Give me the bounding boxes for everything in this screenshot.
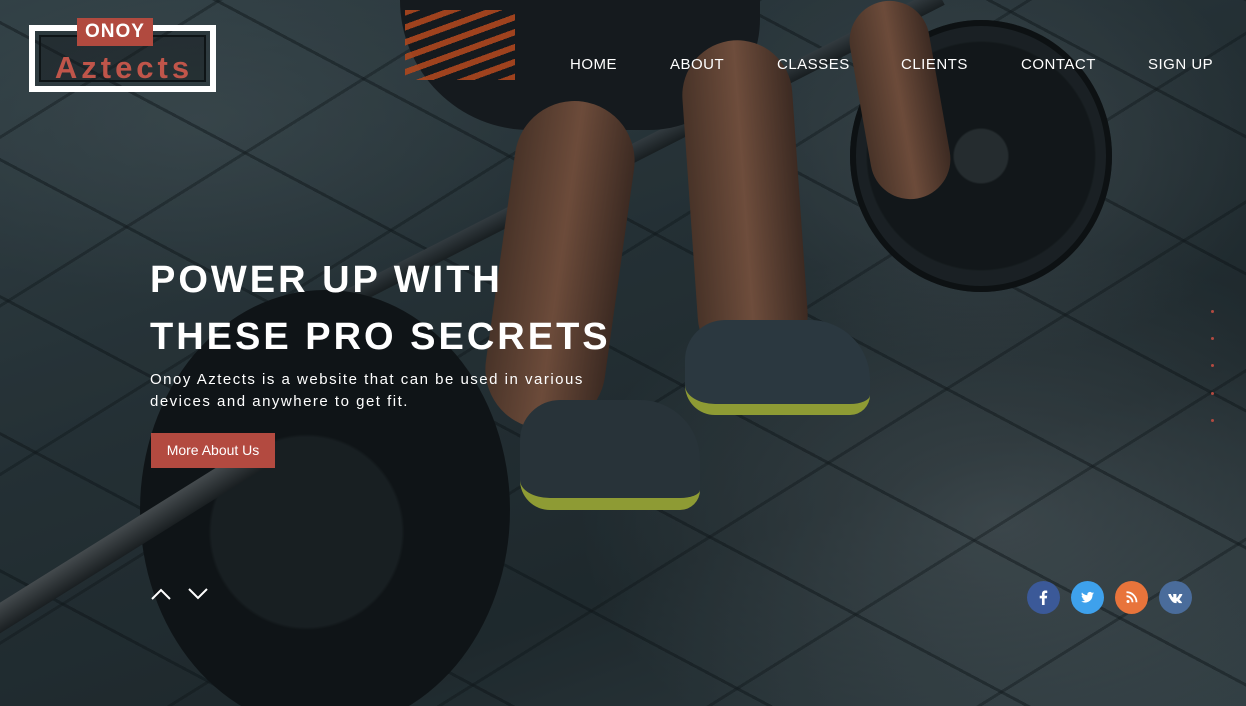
twitter-icon[interactable] bbox=[1071, 581, 1104, 614]
vk-glyph bbox=[1168, 594, 1183, 604]
rss-icon[interactable] bbox=[1115, 581, 1148, 614]
headline-line-1: POWER UP WITH bbox=[150, 259, 503, 301]
slide-dot[interactable] bbox=[1211, 337, 1214, 340]
slide-indicators bbox=[1209, 300, 1217, 430]
headline-line-2: THESE PRO SECRETS bbox=[150, 316, 611, 358]
rss-glyph bbox=[1126, 591, 1138, 603]
vk-icon[interactable] bbox=[1159, 581, 1192, 614]
nav-sign-up[interactable]: SIGN UP bbox=[1148, 56, 1213, 73]
nav-home[interactable]: HOME bbox=[570, 56, 617, 73]
hero-subtitle: Onoy Aztects is a website that can be us… bbox=[150, 369, 650, 413]
twitter-glyph bbox=[1081, 591, 1094, 603]
nav-classes[interactable]: CLASSES bbox=[777, 56, 850, 73]
logo-badge: ONOY bbox=[77, 18, 153, 46]
facebook-icon[interactable] bbox=[1027, 581, 1060, 614]
main-nav: HOME ABOUT CLASSES CLIENTS CONTACT SIGN … bbox=[0, 56, 1246, 76]
chevron-up-icon-svg bbox=[151, 588, 171, 600]
subtitle-line-2: devices and anywhere to get fit. bbox=[150, 393, 409, 410]
nav-about[interactable]: ABOUT bbox=[670, 56, 724, 73]
slide-dot[interactable] bbox=[1211, 364, 1214, 367]
slide-dot[interactable] bbox=[1211, 310, 1214, 313]
nav-contact[interactable]: CONTACT bbox=[1021, 56, 1096, 73]
chevron-down-icon-svg bbox=[188, 588, 208, 600]
chevron-down-icon[interactable] bbox=[187, 586, 209, 602]
slide-dot[interactable] bbox=[1211, 392, 1214, 395]
more-about-us-button[interactable]: More About Us bbox=[151, 433, 275, 468]
slide-dot[interactable] bbox=[1211, 419, 1214, 422]
facebook-glyph bbox=[1039, 590, 1048, 605]
hero-headline: POWER UP WITH THESE PRO SECRETS bbox=[150, 252, 670, 366]
nav-clients[interactable]: CLIENTS bbox=[901, 56, 968, 73]
subtitle-line-1: Onoy Aztects is a website that can be us… bbox=[150, 371, 584, 388]
chevron-up-icon[interactable] bbox=[150, 586, 172, 602]
